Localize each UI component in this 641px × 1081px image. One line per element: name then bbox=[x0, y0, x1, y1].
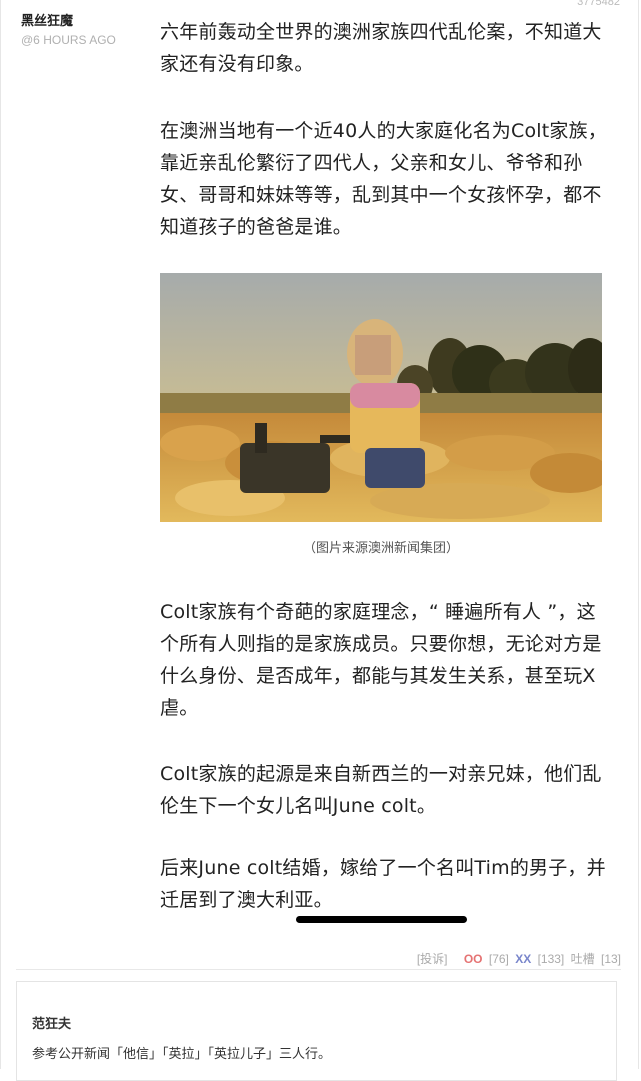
post-id: 3775482 bbox=[577, 0, 620, 8]
tucao-count: [13] bbox=[600, 952, 621, 966]
scroll-indicator[interactable] bbox=[296, 916, 467, 923]
author-name[interactable]: 黑丝狂魔 bbox=[21, 14, 116, 30]
post-footer: [投诉] OO [76] XX [133] 吐槽 [13] bbox=[414, 951, 621, 967]
paragraph-text: Colt家族有个奇葩的家庭理念，“ 睡遍所有人 ”，这个所有人则指的是家族成员。… bbox=[160, 601, 602, 719]
oo-vote-button[interactable]: OO bbox=[464, 952, 483, 966]
tucao-link[interactable]: 吐槽 bbox=[571, 952, 595, 966]
post-paragraph: 六年前轰动全世界的澳洲家族四代乱伦案，不知道大家还有没有印象。 bbox=[160, 16, 610, 80]
post-timestamp[interactable]: @6 HOURS AGO bbox=[21, 32, 116, 48]
post-paragraph: Colt家族有个奇葩的家庭理念，“ 睡遍所有人 ”，这个所有人则指的是家族成员。… bbox=[160, 596, 610, 724]
paragraph-text: 在澳洲当地有一个近40人的大家庭化名为Colt家族，靠近亲乱伦繁衍了四代人，父亲… bbox=[160, 120, 607, 238]
post-author-block: 黑丝狂魔 @6 HOURS AGO bbox=[21, 14, 116, 48]
divider bbox=[16, 969, 621, 970]
image-caption: （图片来源澳洲新闻集团） bbox=[302, 541, 459, 556]
tucao-comment-text: 参考公开新闻「他信」「英拉」「英拉儿子」三人行。 bbox=[32, 1047, 332, 1062]
paragraph-text: 六年前轰动全世界的澳洲家族四代乱伦案，不知道大家还有没有印象。 bbox=[160, 21, 602, 75]
xx-vote-button[interactable]: XX bbox=[515, 952, 531, 966]
photo-illustration bbox=[160, 273, 602, 522]
post-paragraph: 后来June colt结婚，嫁给了一个名叫Tim的男子，并迁居到了澳大利亚。 bbox=[160, 852, 610, 916]
paragraph-text: 后来June colt结婚，嫁给了一个名叫Tim的男子，并迁居到了澳大利亚。 bbox=[160, 857, 606, 911]
paragraph-text: Colt家族的起源是来自新西兰的一对亲兄妹，他们乱伦生下一个女儿名叫June c… bbox=[160, 763, 602, 817]
post-image[interactable] bbox=[160, 273, 602, 522]
tucao-author-name[interactable]: 范狂夫 bbox=[32, 1013, 71, 1032]
post-paragraph: 在澳洲当地有一个近40人的大家庭化名为Colt家族，靠近亲乱伦繁衍了四代人，父亲… bbox=[160, 115, 610, 243]
xx-count: [133] bbox=[537, 952, 565, 966]
oo-count: [76] bbox=[488, 952, 509, 966]
tucao-comment-box: 范狂夫 参考公开新闻「他信」「英拉」「英拉儿子」三人行。 bbox=[16, 981, 617, 1081]
post-paragraph: Colt家族的起源是来自新西兰的一对亲兄妹，他们乱伦生下一个女儿名叫June c… bbox=[160, 758, 610, 822]
report-link[interactable]: [投诉] bbox=[417, 952, 448, 966]
